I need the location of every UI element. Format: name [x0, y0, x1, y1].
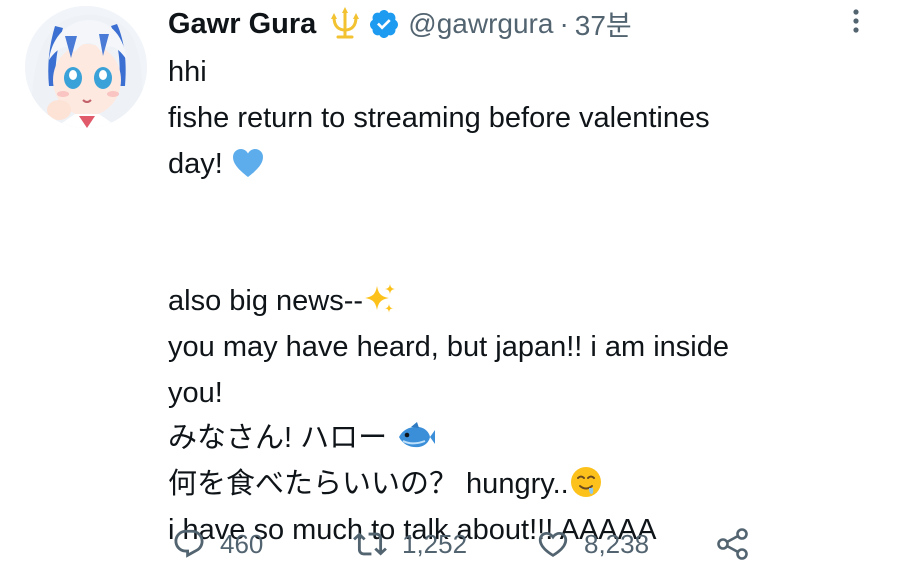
verified-icon	[368, 8, 400, 40]
tweet-line: day!	[168, 142, 868, 188]
timestamp[interactable]: 37분	[575, 4, 632, 44]
reply-icon	[172, 527, 206, 561]
tweet-line: you!	[168, 376, 223, 409]
drooling-face-emoji	[569, 465, 603, 514]
avatar[interactable]	[25, 6, 147, 128]
separator-dot: ·	[559, 8, 569, 39]
like-count: 8,238	[584, 528, 650, 559]
tweet-line	[168, 233, 868, 279]
share-icon	[716, 527, 750, 561]
avatar-illustration	[25, 6, 147, 128]
handle[interactable]: @gawrgura	[408, 8, 553, 40]
tweet-line: fishe return to streaming before valenti…	[168, 101, 710, 134]
tweet-line: hhi	[168, 56, 207, 88]
more-options-icon[interactable]	[846, 6, 866, 36]
blue-heart-emoji	[231, 147, 265, 194]
tweet-line: 何を食べたらいいの？ hungry..	[168, 462, 868, 508]
reply-count: 460	[220, 528, 264, 559]
sparkles-emoji	[363, 282, 397, 331]
retweet-count: 1,252	[402, 528, 468, 559]
fish-emoji	[395, 421, 436, 468]
reply-button[interactable]: 460	[172, 522, 263, 566]
tweet-header: Gawr Gura @gawrgura · 37분	[168, 2, 632, 46]
tweet-text: hhi fishe return to streaming before val…	[168, 50, 868, 554]
tweet-line: also big news--	[168, 279, 868, 325]
like-button[interactable]: 8,238	[536, 522, 649, 566]
tweet-card: Gawr Gura @gawrgura · 37분 hhi fishe retu…	[0, 0, 900, 586]
tweet-line: みなさん! ハロー	[168, 416, 868, 462]
retweet-button[interactable]: 1,252	[352, 522, 467, 566]
tweet-line: you may have heard, but japan!! i am ins…	[168, 330, 729, 363]
heart-icon	[536, 527, 570, 561]
display-name[interactable]: Gawr Gura	[168, 8, 316, 41]
trident-icon	[326, 5, 364, 43]
tweet-line	[168, 187, 868, 233]
share-button[interactable]	[716, 522, 750, 566]
retweet-icon	[352, 527, 388, 561]
tweet-actions: 460 1,252 8,238	[172, 522, 772, 566]
